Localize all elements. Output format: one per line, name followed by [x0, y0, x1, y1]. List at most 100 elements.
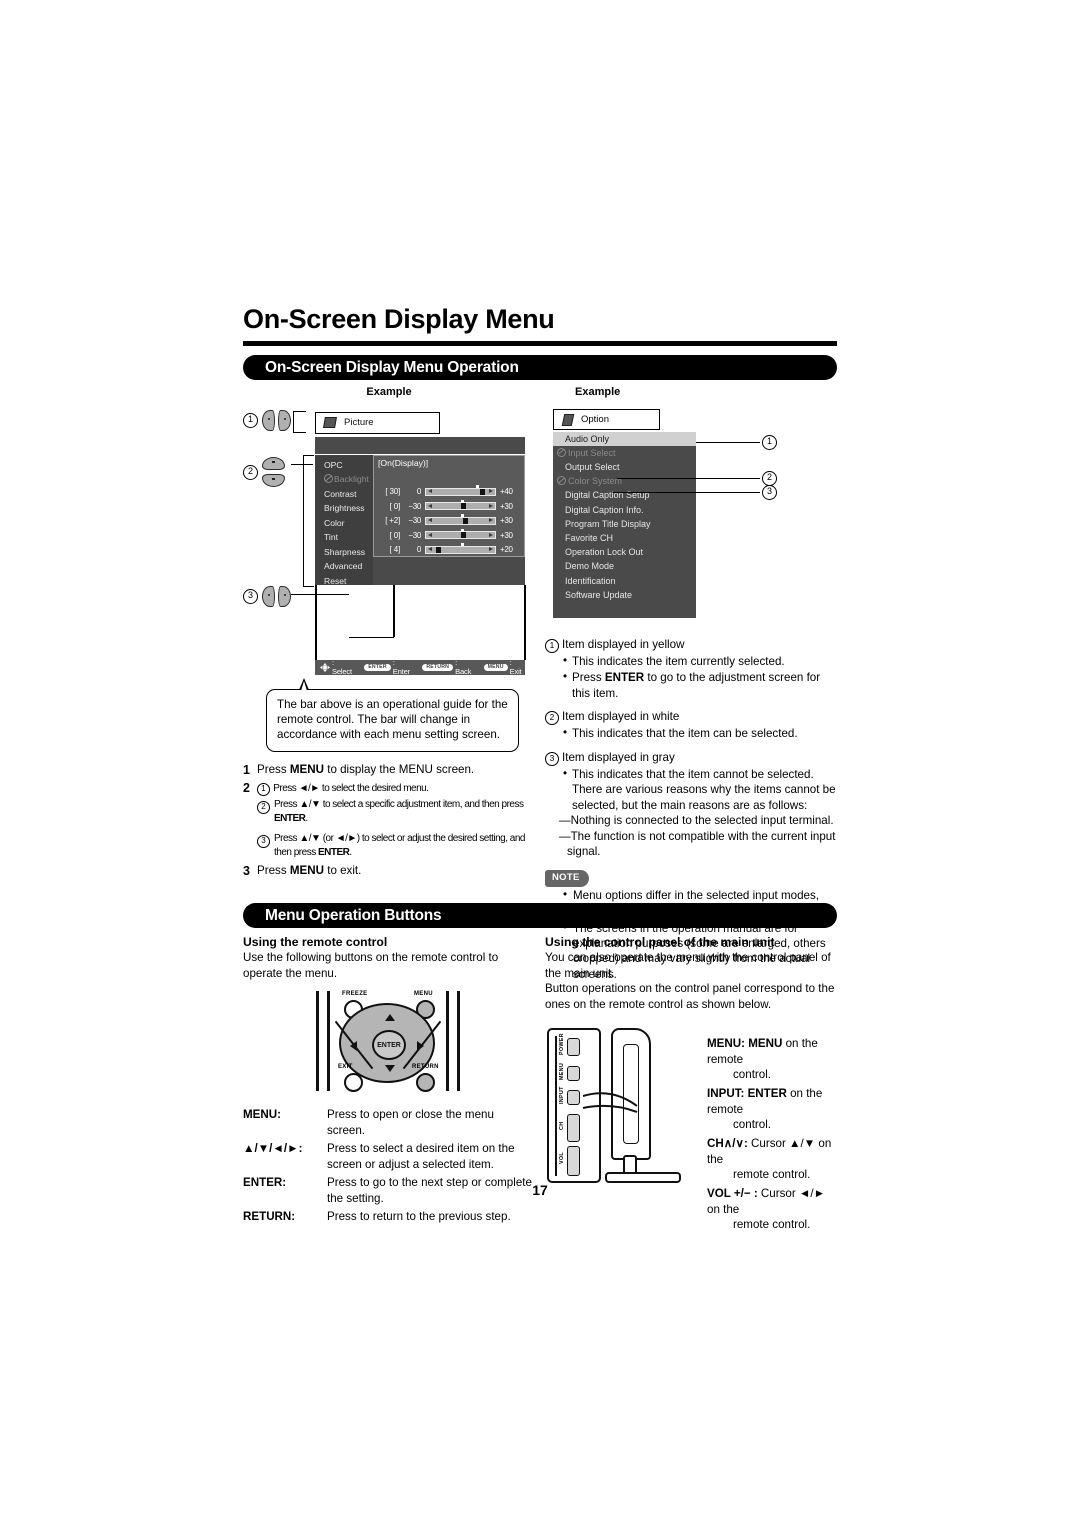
no-entry-icon	[557, 476, 566, 486]
remote-edge-left-inner	[327, 991, 330, 1092]
cursor-down-arrow	[385, 1065, 395, 1073]
option-item-label: Digital Caption Info.	[565, 504, 644, 515]
option-callout-3: 3	[762, 484, 777, 500]
slider-bar[interactable]	[425, 499, 496, 511]
section2-right-column: Using the control panel of the main unit…	[545, 928, 837, 1231]
osd-item-opc[interactable]: OPC	[315, 458, 373, 473]
callout-number-2: 2	[243, 464, 258, 480]
title-rule	[243, 340, 837, 346]
cursor-ring[interactable]: ENTER	[334, 1003, 442, 1084]
bracket-2	[303, 454, 314, 587]
slider-bar[interactable]	[425, 485, 496, 496]
step-2-substep-3: 3 Press ▲/▼ (or ◄/►) to select or adjust…	[257, 832, 535, 860]
explanation-1-heading: 1 Item displayed in yellow	[545, 637, 837, 653]
step-2-substep-2: 2 Press ▲/▼ to select a specific adjustm…	[257, 798, 535, 826]
slider-row-color[interactable]: [ +2] −30 +30	[374, 514, 524, 529]
option-item-demo-mode[interactable]: Demo Mode	[553, 559, 696, 573]
explanation-3-title: Item displayed in gray	[562, 750, 675, 764]
button-row: RETURN: Press to return to the previous s…	[243, 1209, 535, 1225]
guide-enter-text: : Enter	[392, 658, 410, 677]
tv-control-panel-diagram: POWER MENU INPUT CH VOL	[545, 1022, 695, 1188]
no-entry-icon	[324, 474, 333, 484]
explanation-3-dash-2: —The function is not compatible with the…	[559, 829, 836, 859]
return-button[interactable]	[416, 1073, 435, 1093]
panel-ch-button[interactable]	[567, 1114, 580, 1143]
cursor-left-right-keys-3	[262, 585, 291, 607]
tv-callout-curves	[582, 1092, 638, 1114]
cursor-left-arrow	[350, 1041, 357, 1052]
option-item-label: Color System	[568, 476, 623, 487]
picture-tab[interactable]: Picture	[315, 411, 440, 434]
panel-ch-label: CH	[559, 1121, 565, 1131]
option-item-favorite-ch[interactable]: Favorite CH	[553, 531, 696, 545]
option-item-audio-only[interactable]: Audio Only	[553, 431, 696, 446]
slider-value: [ 4]	[389, 545, 401, 555]
button-mapping-list: MENU: MENU on the remote control. INPUT: E…	[707, 1036, 837, 1236]
slider-bar[interactable]	[425, 528, 496, 540]
section-banner-menu-buttons: Menu Operation Buttons	[243, 903, 837, 928]
osd-frame-left-line	[315, 584, 317, 660]
slider-row-sharpness[interactable]: [ 4] 0 +20	[374, 543, 524, 558]
slider-min: −30	[408, 530, 421, 540]
option-item-program-title-display[interactable]: Program Title Display	[553, 517, 696, 531]
option-item-label: Identification	[565, 575, 616, 586]
slider-row-brightness[interactable]: [ 0] −30 +30	[374, 499, 524, 514]
return-label: RETURN	[412, 1064, 439, 1071]
osd-item-advanced[interactable]: Advanced	[315, 559, 373, 574]
osd-item-color[interactable]: Color	[315, 516, 373, 531]
option-tab[interactable]: Option	[553, 408, 660, 430]
mapping-row: CH∧/∨: Cursor ▲/▼ on the remote control.	[707, 1136, 837, 1183]
slider-row-contrast[interactable]: [ 30] 0 +40	[374, 485, 524, 500]
option-callout-2: 2	[762, 470, 777, 486]
mapping-key: INPUT: ENTER	[707, 1087, 787, 1101]
mapping-key: MENU: MENU	[707, 1037, 783, 1051]
power-button[interactable]	[567, 1038, 580, 1057]
exit-button[interactable]	[344, 1073, 363, 1093]
guide-return-key: RETURN	[422, 663, 454, 671]
step-2-number: 2	[243, 780, 250, 795]
section-banner-osd-operation: On-Screen Display Menu Operation	[243, 354, 837, 380]
button-row: MENU: Press to open or close the menu scr…	[243, 1107, 535, 1138]
menu-label: MENU	[414, 991, 433, 998]
osd-item-brightness[interactable]: Brightness	[315, 501, 373, 516]
explanation-2-number: 2	[545, 711, 559, 726]
button-desc: Press to return to the previous step.	[327, 1210, 511, 1224]
option-item-identification[interactable]: Identification	[553, 574, 696, 588]
explanation-3-heading: 3 Item displayed in gray	[545, 750, 837, 766]
explanation-1-bullets: This indicates the item currently select…	[563, 653, 837, 702]
panel-input-button[interactable]	[567, 1090, 580, 1106]
slider-min: −30	[408, 501, 421, 511]
osd-item-sharpness[interactable]: Sharpness	[315, 545, 373, 560]
option-item-digital-caption-info[interactable]: Digital Caption Info.	[553, 503, 696, 517]
osd-item-contrast[interactable]: Contrast	[315, 487, 373, 502]
explanation-1-number: 1	[545, 638, 559, 653]
option-item-digital-caption-setup[interactable]: Digital Caption Setup	[553, 488, 696, 502]
slider-bar[interactable]	[425, 543, 496, 554]
slider-row-tint[interactable]: [ 0] −30 +30	[374, 528, 524, 543]
option-icon	[562, 414, 574, 425]
option-item-output-select[interactable]: Output Select	[553, 460, 696, 474]
option-item-operation-lock-out[interactable]: Operation Lock Out	[553, 545, 696, 559]
osd-top-bar	[315, 436, 525, 454]
example-label-right: Example	[575, 385, 621, 398]
panel-input-label: INPUT	[559, 1086, 565, 1105]
osd-guide-bar: : Select ENTER : Enter RETURN : Back MEN…	[315, 658, 525, 677]
explanation-3-bullet-1: This indicates that the item cannot be s…	[563, 766, 837, 783]
option-item-label: Program Title Display	[565, 518, 651, 529]
cursor-right-arrow	[417, 1041, 424, 1052]
slider-min: 0	[416, 487, 421, 497]
option-item-label: Output Select	[565, 462, 620, 473]
mapping-indent: remote control.	[733, 1218, 811, 1232]
right-column: Example Option Audio Only Input Select Out…	[545, 380, 837, 984]
osd-item-tint[interactable]: Tint	[315, 530, 373, 545]
step-3-number: 3	[243, 864, 250, 879]
panel-vol-button[interactable]	[567, 1146, 580, 1177]
button-key: MENU:	[243, 1108, 281, 1122]
mapping-row: MENU: MENU on the remote control.	[707, 1036, 837, 1083]
option-item-software-update[interactable]: Software Update	[553, 588, 696, 602]
enter-button[interactable]: ENTER	[372, 1030, 406, 1061]
slider-bar[interactable]	[425, 514, 496, 525]
osd-item-reset[interactable]: Reset	[315, 574, 373, 589]
panel-menu-button[interactable]	[567, 1066, 580, 1082]
slider-max: +40	[500, 487, 513, 497]
